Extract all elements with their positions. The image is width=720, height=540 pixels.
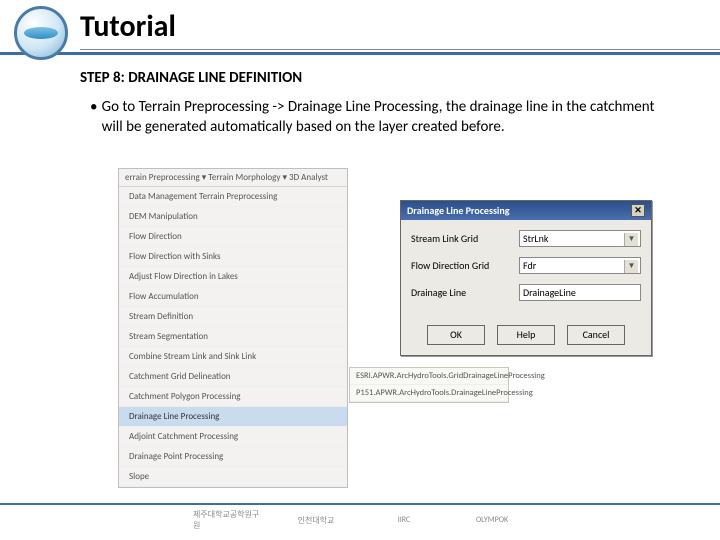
menu-item[interactable]: Catchment Polygon Processing (119, 387, 347, 407)
menu-item[interactable]: Stream Definition (119, 307, 347, 327)
menu-item[interactable]: DEM Manipulation (119, 207, 347, 227)
footer-badge: OLYMPOK (457, 510, 527, 530)
ok-button[interactable]: OK (427, 325, 485, 345)
footer-badge: 제주대학교공학원구원 (193, 510, 263, 530)
drainage-line-output[interactable]: DrainageLine (519, 284, 641, 301)
footer-badge: IIRC (369, 510, 439, 530)
menu-item[interactable]: Drainage Point Processing (119, 447, 347, 467)
menu-item[interactable]: Flow Direction with Sinks (119, 247, 347, 267)
menu-item[interactable]: Drainage Line Processing (119, 407, 347, 427)
footer-badge: 인천대학교 (281, 510, 351, 530)
close-icon[interactable]: ✕ (631, 204, 645, 217)
cancel-button[interactable]: Cancel (567, 325, 625, 345)
menu-item[interactable]: Flow Accumulation (119, 287, 347, 307)
help-button[interactable]: Help (497, 325, 555, 345)
menu-item[interactable]: Data Management Terrain Preprocessing (119, 187, 347, 207)
menu-item[interactable]: Adjust Flow Direction in Lakes (119, 267, 347, 287)
footer: 제주대학교공학원구원 인천대학교 IIRC OLYMPOK (0, 503, 720, 530)
dialog-titlebar: Drainage Line Processing ✕ (401, 201, 651, 220)
menu-item[interactable]: Stream Segmentation (119, 327, 347, 347)
field-label: Drainage Line (411, 286, 519, 299)
menu-item[interactable]: Combine Stream Link and Sink Link (119, 347, 347, 367)
flow-direction-select[interactable]: Fdr (519, 257, 641, 274)
menu-item[interactable]: Catchment Grid Delineation (119, 367, 347, 387)
menu-toolbar: errain Preprocessing ▾ Terrain Morpholog… (119, 169, 347, 187)
menu-item[interactable]: Flow Direction (119, 227, 347, 247)
field-label: Stream Link Grid (411, 232, 519, 245)
flyout-item[interactable]: P151.APWR.ArcHydroTools.DrainageLineProc… (350, 385, 508, 402)
bullet-marker: • (90, 97, 102, 138)
field-label: Flow Direction Grid (411, 259, 519, 272)
dialog-title-text: Drainage Line Processing (407, 204, 510, 217)
drainage-dialog: Drainage Line Processing ✕ Stream Link G… (400, 200, 652, 356)
stream-link-select[interactable]: StrLnk (519, 230, 641, 247)
page-title: Tutorial (80, 8, 720, 45)
bullet-item: • Go to Terrain Preprocessing -> Drainag… (0, 97, 720, 138)
menu-flyout: ESRI.APWR.ArcHydroTools.GridDrainageLine… (349, 367, 509, 403)
menu-item[interactable]: Adjoint Catchment Processing (119, 427, 347, 447)
menu-item[interactable]: Slope (119, 467, 347, 487)
flyout-item[interactable]: ESRI.APWR.ArcHydroTools.GridDrainageLine… (350, 368, 508, 385)
terrain-menu: errain Preprocessing ▾ Terrain Morpholog… (118, 168, 348, 488)
step-heading: STEP 8: DRAINAGE LINE DEFINITION (0, 55, 720, 97)
bullet-text: Go to Terrain Preprocessing -> Drainage … (102, 97, 660, 138)
brand-logo (14, 6, 68, 60)
